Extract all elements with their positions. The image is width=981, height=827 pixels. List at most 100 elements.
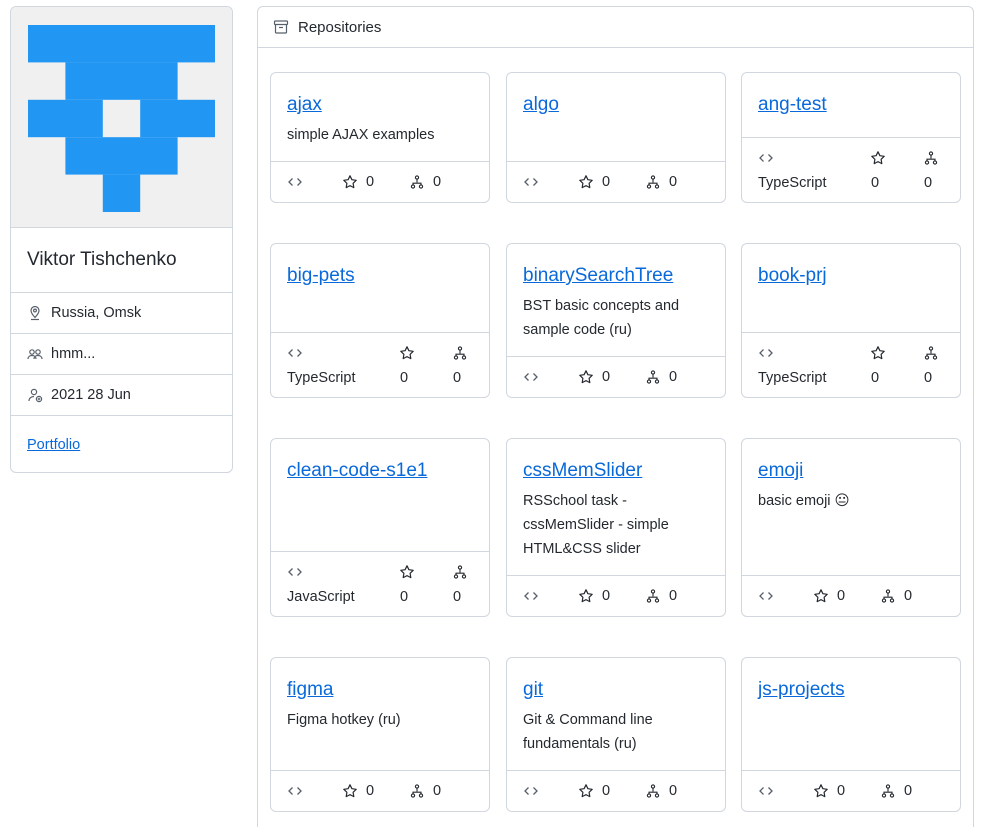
code-icon[interactable]	[287, 174, 303, 190]
star-icon[interactable]	[870, 345, 886, 361]
repo-link[interactable]: js-projects	[758, 678, 845, 702]
repo-description: BST basic concepts and sample code (ru)	[523, 298, 680, 338]
star-button[interactable]: 0	[342, 783, 374, 799]
star-icon	[342, 174, 358, 190]
repo-card-emoji: emoji basic emoji 😐 0 0	[741, 438, 961, 617]
star-icon[interactable]	[870, 150, 886, 166]
identicon-image	[28, 25, 215, 212]
repo-footer: 00	[507, 575, 725, 616]
code-icon[interactable]	[758, 150, 774, 166]
code-icon[interactable]	[523, 783, 539, 799]
code-icon[interactable]	[523, 174, 539, 190]
fork-icon[interactable]	[923, 345, 939, 361]
repo-link[interactable]: algo	[523, 93, 559, 117]
star-count: 0	[400, 370, 409, 386]
star-count: 0	[366, 783, 375, 799]
repositories-header: Repositories	[258, 7, 973, 48]
repo-description: Figma hotkey (ru)	[287, 712, 401, 728]
star-count: 0	[366, 174, 375, 190]
fork-count: 0	[433, 783, 442, 799]
location-pin-icon	[27, 305, 43, 321]
fork-count: 0	[924, 370, 933, 386]
code-icon[interactable]	[523, 588, 539, 604]
fork-icon[interactable]	[452, 345, 468, 361]
star-button[interactable]: 0	[578, 588, 610, 604]
repo-footer: TypeScript 0 0	[742, 332, 960, 397]
repo-description: basic emoji 😐	[758, 493, 850, 509]
repo-footer: 00	[507, 770, 725, 811]
repo-link[interactable]: git	[523, 678, 543, 702]
repo-link[interactable]: big-pets	[287, 264, 355, 288]
repo-link[interactable]: book-prj	[758, 264, 827, 288]
repo-link[interactable]: binarySearchTree	[523, 264, 673, 288]
repo-footer: 00	[742, 770, 960, 811]
profile-joined: 2021 28 Jun	[11, 375, 232, 416]
code-icon[interactable]	[523, 369, 539, 385]
code-icon[interactable]	[287, 564, 303, 580]
profile-name: Viktor Tishchenko	[11, 228, 232, 293]
star-button[interactable]: 0	[813, 783, 845, 799]
fork-button[interactable]: 0	[645, 783, 677, 799]
fork-count: 0	[433, 174, 442, 190]
star-button[interactable]: 0	[578, 174, 610, 190]
star-button[interactable]: 0	[578, 783, 610, 799]
repo-card-binarySearchTree: binarySearchTree BST basic concepts and s…	[506, 243, 726, 398]
repo-footer: 00	[271, 770, 489, 811]
repo-link[interactable]: cssMemSlider	[523, 459, 642, 483]
fork-button[interactable]: 0	[880, 588, 912, 604]
repo-footer: 00	[271, 161, 489, 202]
code-icon[interactable]	[758, 588, 774, 604]
star-icon	[578, 369, 594, 385]
repo-description: simple AJAX examples	[287, 127, 435, 143]
location-text: Russia, Omsk	[51, 305, 142, 321]
fork-button[interactable]: 0	[409, 174, 441, 190]
code-icon[interactable]	[287, 783, 303, 799]
repo-description: RSSchool task - cssMemSlider - simple HT…	[523, 493, 669, 557]
repo-description: Git & Command line fundamentals (ru)	[523, 712, 653, 752]
star-icon	[578, 174, 594, 190]
portfolio-link[interactable]: Portfolio	[27, 437, 80, 453]
fork-count: 0	[904, 783, 913, 799]
star-icon[interactable]	[399, 564, 415, 580]
repo-card-algo: algo 0 0	[506, 72, 726, 203]
star-count: 0	[871, 175, 880, 191]
repo-link[interactable]: emoji	[758, 459, 803, 483]
joined-text: 2021 28 Jun	[51, 387, 131, 403]
fork-icon[interactable]	[923, 150, 939, 166]
code-icon[interactable]	[758, 783, 774, 799]
fork-button[interactable]: 0	[880, 783, 912, 799]
fork-button[interactable]: 0	[645, 174, 677, 190]
profile-card: Viktor Tishchenko Russia, Omsk hmm... 20…	[10, 6, 233, 473]
fork-count: 0	[453, 370, 462, 386]
repo-icon	[273, 19, 289, 35]
fork-button[interactable]: 0	[645, 588, 677, 604]
fork-count: 0	[669, 588, 678, 604]
repo-link[interactable]: figma	[287, 678, 333, 702]
star-icon[interactable]	[399, 345, 415, 361]
repositories-title: Repositories	[298, 18, 382, 36]
profile-link-row: Portfolio	[11, 416, 232, 472]
repo-link[interactable]: ang-test	[758, 93, 827, 117]
repo-footer: TypeScript 0 0	[742, 137, 960, 202]
followers-text: hmm...	[51, 346, 96, 362]
repo-card-ang-test: ang-test TypeScript 0 0	[741, 72, 961, 203]
repo-language: TypeScript	[287, 370, 356, 386]
repo-link[interactable]: clean-code-s1e1	[287, 459, 427, 483]
code-icon[interactable]	[758, 345, 774, 361]
star-icon	[342, 783, 358, 799]
fork-button[interactable]: 0	[409, 783, 441, 799]
repo-footer: JavaScript 0 0	[271, 551, 489, 616]
star-count: 0	[602, 588, 611, 604]
fork-icon	[645, 783, 661, 799]
code-icon[interactable]	[287, 345, 303, 361]
fork-icon[interactable]	[452, 564, 468, 580]
repo-link[interactable]: ajax	[287, 93, 322, 117]
fork-button[interactable]: 0	[645, 369, 677, 385]
star-button[interactable]: 0	[342, 174, 374, 190]
repositories-panel: Repositories ajax simple AJAX examples 0 0 a…	[257, 6, 974, 827]
avatar	[11, 7, 232, 228]
repo-language: JavaScript	[287, 589, 355, 605]
star-button[interactable]: 0	[578, 369, 610, 385]
fork-count: 0	[904, 588, 913, 604]
star-button[interactable]: 0	[813, 588, 845, 604]
